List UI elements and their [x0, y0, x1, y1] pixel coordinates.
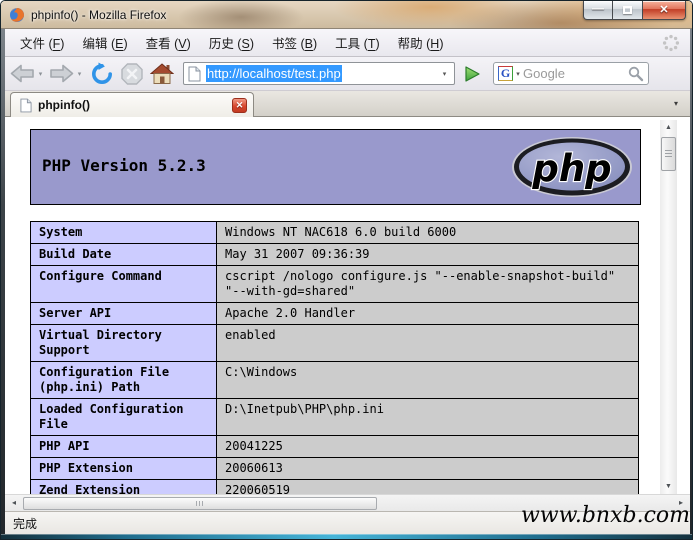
tab-page-icon: [20, 98, 32, 112]
url-bar[interactable]: http://localhost/test.php ▾: [183, 62, 455, 85]
stop-icon: [121, 62, 143, 85]
menu-bar: 文件 (F) 编辑 (E) 查看 (V) 历史 (S) 书签 (B) 工具 (T…: [5, 29, 690, 57]
phpinfo-table: System Windows NT NAC618 6.0 build 6000 B…: [30, 221, 639, 494]
forward-history-dropdown[interactable]: ▾: [75, 70, 84, 78]
firefox-window: phpinfo() - Mozilla Firefox — ✕ 文件 (F) 编…: [0, 0, 693, 540]
table-row: Configure Command cscript /nologo configu…: [30, 265, 639, 303]
php-version-title: PHP Version 5.2.3: [42, 156, 206, 175]
search-input[interactable]: [523, 66, 627, 81]
table-row: Loaded Configuration File D:\Inetpub\PHP\…: [30, 398, 639, 436]
menu-edit[interactable]: 编辑 (E): [73, 28, 136, 57]
url-input[interactable]: http://localhost/test.php: [206, 65, 342, 82]
menu-bookmarks[interactable]: 书签 (B): [263, 28, 326, 57]
title-bar: phpinfo() - Mozilla Firefox — ✕: [1, 1, 692, 29]
tab-bar: phpinfo() ✕ ▾: [5, 91, 690, 117]
back-button[interactable]: [9, 60, 36, 87]
phpinfo-page: PHP Version 5.2.3 php System Windows NT N…: [5, 117, 690, 494]
tab-list-dropdown[interactable]: ▾: [667, 94, 685, 112]
scroll-down-icon[interactable]: ▼: [660, 479, 677, 494]
stop-button[interactable]: [120, 62, 144, 86]
back-icon: [10, 64, 34, 83]
browser-content: PHP Version 5.2.3 php System Windows NT N…: [5, 117, 690, 511]
go-icon: [465, 65, 480, 82]
table-row: Configuration File (php.ini) Path C:\Wind…: [30, 361, 639, 399]
vertical-scroll-thumb[interactable]: [661, 137, 676, 171]
back-history-dropdown[interactable]: ▾: [36, 70, 45, 78]
page-icon: [188, 66, 201, 81]
scroll-left-icon[interactable]: ◂: [7, 495, 21, 511]
url-history-dropdown[interactable]: ▾: [437, 64, 452, 83]
status-text: 完成: [13, 516, 38, 531]
search-engine-dropdown[interactable]: ▾: [513, 70, 523, 78]
search-icon[interactable]: [627, 65, 644, 82]
firefox-icon: [10, 7, 24, 22]
forward-button[interactable]: [48, 60, 75, 87]
vertical-scrollbar[interactable]: ▲ ▼: [660, 120, 677, 494]
menu-tools[interactable]: 工具 (T): [326, 28, 388, 57]
home-icon: [150, 62, 174, 84]
home-button[interactable]: [150, 62, 174, 86]
table-row: Build Date May 31 2007 09:36:39: [30, 243, 639, 266]
watermark: www.bnxb.com: [520, 503, 690, 528]
table-row: Server API Apache 2.0 Handler: [30, 302, 639, 325]
search-box[interactable]: G ▾: [493, 62, 649, 85]
menu-file[interactable]: 文件 (F): [11, 28, 73, 57]
maximize-button[interactable]: [613, 1, 643, 20]
tab-title: phpinfo(): [38, 98, 90, 112]
svg-text:php: php: [531, 147, 611, 190]
close-button[interactable]: ✕: [643, 1, 686, 20]
go-button[interactable]: [462, 64, 482, 84]
reload-icon: [92, 62, 112, 84]
horizontal-scroll-thumb[interactable]: [23, 497, 377, 510]
php-logo: php: [512, 137, 632, 197]
minimize-button[interactable]: —: [583, 1, 613, 20]
forward-icon: [50, 64, 74, 83]
maximize-icon: [623, 6, 632, 14]
table-row: Virtual Directory Support enabled: [30, 324, 639, 362]
scroll-up-icon[interactable]: ▲: [660, 120, 677, 135]
table-row: PHP API 20041225: [30, 435, 639, 458]
window-title: phpinfo() - Mozilla Firefox: [31, 7, 167, 22]
menu-history[interactable]: 历史 (S): [200, 28, 263, 57]
google-logo-icon: G: [498, 66, 513, 81]
window-border-bottom: [1, 534, 692, 539]
navigation-toolbar: ▾ ▾ http://localhost/test.php ▾ G ▾ Goog…: [5, 57, 690, 91]
table-row: PHP Extension 20060613: [30, 457, 639, 480]
table-row: System Windows NT NAC618 6.0 build 6000: [30, 221, 639, 244]
php-version-header: PHP Version 5.2.3 php: [30, 129, 641, 205]
reload-button[interactable]: [90, 62, 114, 86]
table-row: Zend Extension 220060519: [30, 479, 639, 494]
tab-phpinfo[interactable]: phpinfo() ✕: [10, 92, 254, 117]
menu-help[interactable]: 帮助 (H): [389, 28, 453, 57]
menu-view[interactable]: 查看 (V): [137, 28, 200, 57]
throbber-icon: [662, 34, 680, 51]
tab-close-button[interactable]: ✕: [232, 97, 247, 113]
